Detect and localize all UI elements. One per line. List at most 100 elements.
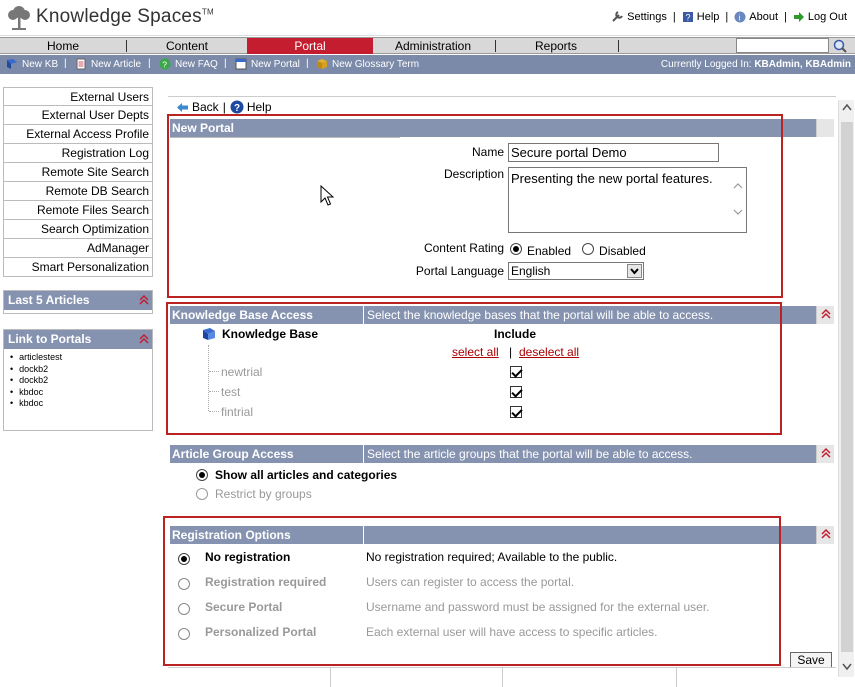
link-to-portals-panel: Link to Portals articlestest dockb2 dock… bbox=[3, 329, 153, 431]
tab-portal[interactable]: Portal bbox=[247, 38, 373, 54]
scrollbar-thumb[interactable] bbox=[841, 122, 853, 652]
portal-language-select[interactable]: English bbox=[508, 262, 644, 280]
help-circle-icon: ? bbox=[230, 100, 244, 114]
include-fintrial-checkbox[interactable] bbox=[510, 406, 522, 418]
about-link[interactable]: i About bbox=[734, 11, 778, 23]
sidebar-item-admanager[interactable]: AdManager bbox=[3, 239, 153, 258]
tab-home[interactable]: Home bbox=[0, 38, 126, 54]
secure-portal-label: Secure Portal bbox=[205, 600, 283, 614]
collapse-chevron-icon[interactable] bbox=[816, 445, 834, 463]
sidebar-item-external-user-depts[interactable]: External User Depts bbox=[3, 106, 153, 125]
tab-content[interactable]: Content bbox=[127, 38, 247, 54]
description-text: Presenting the new portal features. bbox=[511, 171, 713, 186]
kb-book-icon bbox=[7, 59, 17, 69]
secure-portal-radio[interactable] bbox=[178, 603, 190, 615]
sidebar-item-external-access-profile[interactable]: External Access Profile bbox=[3, 125, 153, 144]
content-rating-label: Content Rating bbox=[423, 241, 504, 255]
include-newtrial-checkbox[interactable] bbox=[510, 366, 522, 378]
portal-link[interactable]: dockb2 bbox=[10, 375, 152, 387]
search-input[interactable] bbox=[736, 38, 829, 53]
sidebar-item-external-users[interactable]: External Users bbox=[3, 87, 153, 106]
scroll-down-arrow-icon[interactable] bbox=[842, 662, 852, 674]
back-arrow-icon bbox=[177, 102, 188, 112]
include-test-checkbox[interactable] bbox=[510, 386, 522, 398]
last-articles-header[interactable]: Last 5 Articles bbox=[4, 291, 152, 310]
sub-toolbar: New KB | New Article | ? New FAQ | New P… bbox=[0, 55, 855, 74]
tab-reports[interactable]: Reports bbox=[496, 38, 616, 54]
logout-link[interactable]: Log Out bbox=[793, 11, 847, 23]
registration-required-radio[interactable] bbox=[178, 578, 190, 590]
tab-administration[interactable]: Administration bbox=[373, 38, 493, 54]
sidebar-item-remote-files-search[interactable]: Remote Files Search bbox=[3, 201, 153, 220]
show-all-label: Show all articles and categories bbox=[215, 468, 398, 482]
kb-access-header: Knowledge Base Access Select the knowled… bbox=[170, 306, 834, 324]
personalized-portal-radio[interactable] bbox=[178, 628, 190, 640]
new-faq-button[interactable]: ? New FAQ bbox=[159, 58, 218, 70]
content-rating-group: Enabled Disabled bbox=[510, 240, 646, 258]
glossary-book-icon bbox=[317, 59, 327, 69]
kb-item-fintrial: fintrial bbox=[221, 405, 254, 419]
description-label: Description bbox=[443, 167, 504, 181]
collapse-chevron-icon[interactable] bbox=[139, 294, 149, 306]
help-link[interactable]: ? Help bbox=[682, 11, 719, 23]
portal-link[interactable]: articlestest bbox=[10, 352, 152, 364]
main-scrollbar[interactable] bbox=[838, 100, 854, 677]
faq-question-icon: ? bbox=[159, 58, 171, 70]
kb-item-test: test bbox=[221, 385, 241, 399]
mouse-cursor-icon bbox=[320, 185, 334, 206]
sidebar-item-remote-db-search[interactable]: Remote DB Search bbox=[3, 182, 153, 201]
kb-column-header: Knowledge Base bbox=[222, 327, 319, 341]
back-help-bar: Back | ? Help bbox=[176, 100, 272, 114]
include-column-header: Include bbox=[494, 327, 537, 341]
tree-connector bbox=[208, 345, 209, 411]
last-articles-panel: Last 5 Articles bbox=[3, 290, 153, 314]
sidebar-item-remote-site-search[interactable]: Remote Site Search bbox=[3, 163, 153, 182]
collapse-chevron-icon[interactable] bbox=[816, 526, 834, 544]
no-registration-desc: No registration required; Available to t… bbox=[366, 550, 618, 564]
save-button[interactable]: Save bbox=[790, 652, 832, 668]
link-to-portals-header[interactable]: Link to Portals bbox=[4, 330, 152, 349]
info-icon: i bbox=[734, 11, 746, 22]
portal-link[interactable]: dockb2 bbox=[10, 364, 152, 376]
registration-header: Registration Options bbox=[170, 526, 834, 544]
back-button[interactable]: Back bbox=[176, 100, 219, 114]
knowledge-base-icon bbox=[203, 328, 215, 340]
sidebar-item-smart-personalization[interactable]: Smart Personalization bbox=[3, 258, 153, 277]
deselect-all-link[interactable]: deselect all bbox=[519, 345, 579, 359]
svg-text:i: i bbox=[739, 13, 741, 22]
collapse-chevron-icon[interactable] bbox=[816, 306, 834, 324]
portal-link[interactable]: kbdoc bbox=[10, 398, 152, 410]
new-kb-button[interactable]: New KB bbox=[6, 58, 58, 70]
rating-enabled-label: Enabled bbox=[527, 244, 572, 258]
scroll-up-arrow-icon[interactable] bbox=[842, 102, 852, 114]
restrict-groups-radio[interactable] bbox=[196, 488, 208, 500]
sidebar-item-registration-log[interactable]: Registration Log bbox=[3, 144, 153, 163]
new-portal-button[interactable]: New Portal bbox=[235, 58, 300, 70]
sidebar-item-search-optimization[interactable]: Search Optimization bbox=[3, 220, 153, 239]
new-glossary-term-button[interactable]: New Glossary Term bbox=[316, 58, 419, 70]
search-icon[interactable] bbox=[831, 38, 849, 54]
portal-description-input[interactable]: Presenting the new portal features. bbox=[508, 167, 747, 233]
new-article-button[interactable]: New Article bbox=[75, 58, 141, 70]
svg-text:?: ? bbox=[685, 12, 690, 22]
settings-link[interactable]: Settings bbox=[611, 10, 667, 23]
collapse-chevron-icon[interactable] bbox=[139, 333, 149, 345]
select-all-link[interactable]: select all bbox=[452, 345, 499, 359]
no-registration-radio[interactable] bbox=[178, 553, 190, 565]
logout-arrow-icon bbox=[793, 11, 804, 22]
rating-disabled-radio[interactable] bbox=[582, 243, 595, 255]
portal-list: articlestest dockb2 dockb2 kbdoc kbdoc bbox=[4, 349, 152, 414]
dropdown-arrow-icon[interactable] bbox=[627, 264, 642, 278]
show-all-radio[interactable] bbox=[196, 469, 208, 481]
textarea-scroll-arrows-icon[interactable] bbox=[733, 182, 743, 216]
help-button[interactable]: ? Help bbox=[230, 100, 272, 114]
portal-window-icon bbox=[235, 58, 247, 70]
footer-bar bbox=[168, 667, 836, 687]
rating-disabled-label: Disabled bbox=[599, 244, 646, 258]
rating-enabled-radio[interactable] bbox=[510, 243, 522, 255]
portal-name-input[interactable]: Secure portal Demo bbox=[508, 143, 719, 162]
tree-logo-icon bbox=[8, 6, 30, 30]
app-title: Knowledge SpacesTM bbox=[36, 6, 214, 27]
portal-language-label: Portal Language bbox=[415, 264, 504, 278]
portal-link[interactable]: kbdoc bbox=[10, 387, 152, 399]
